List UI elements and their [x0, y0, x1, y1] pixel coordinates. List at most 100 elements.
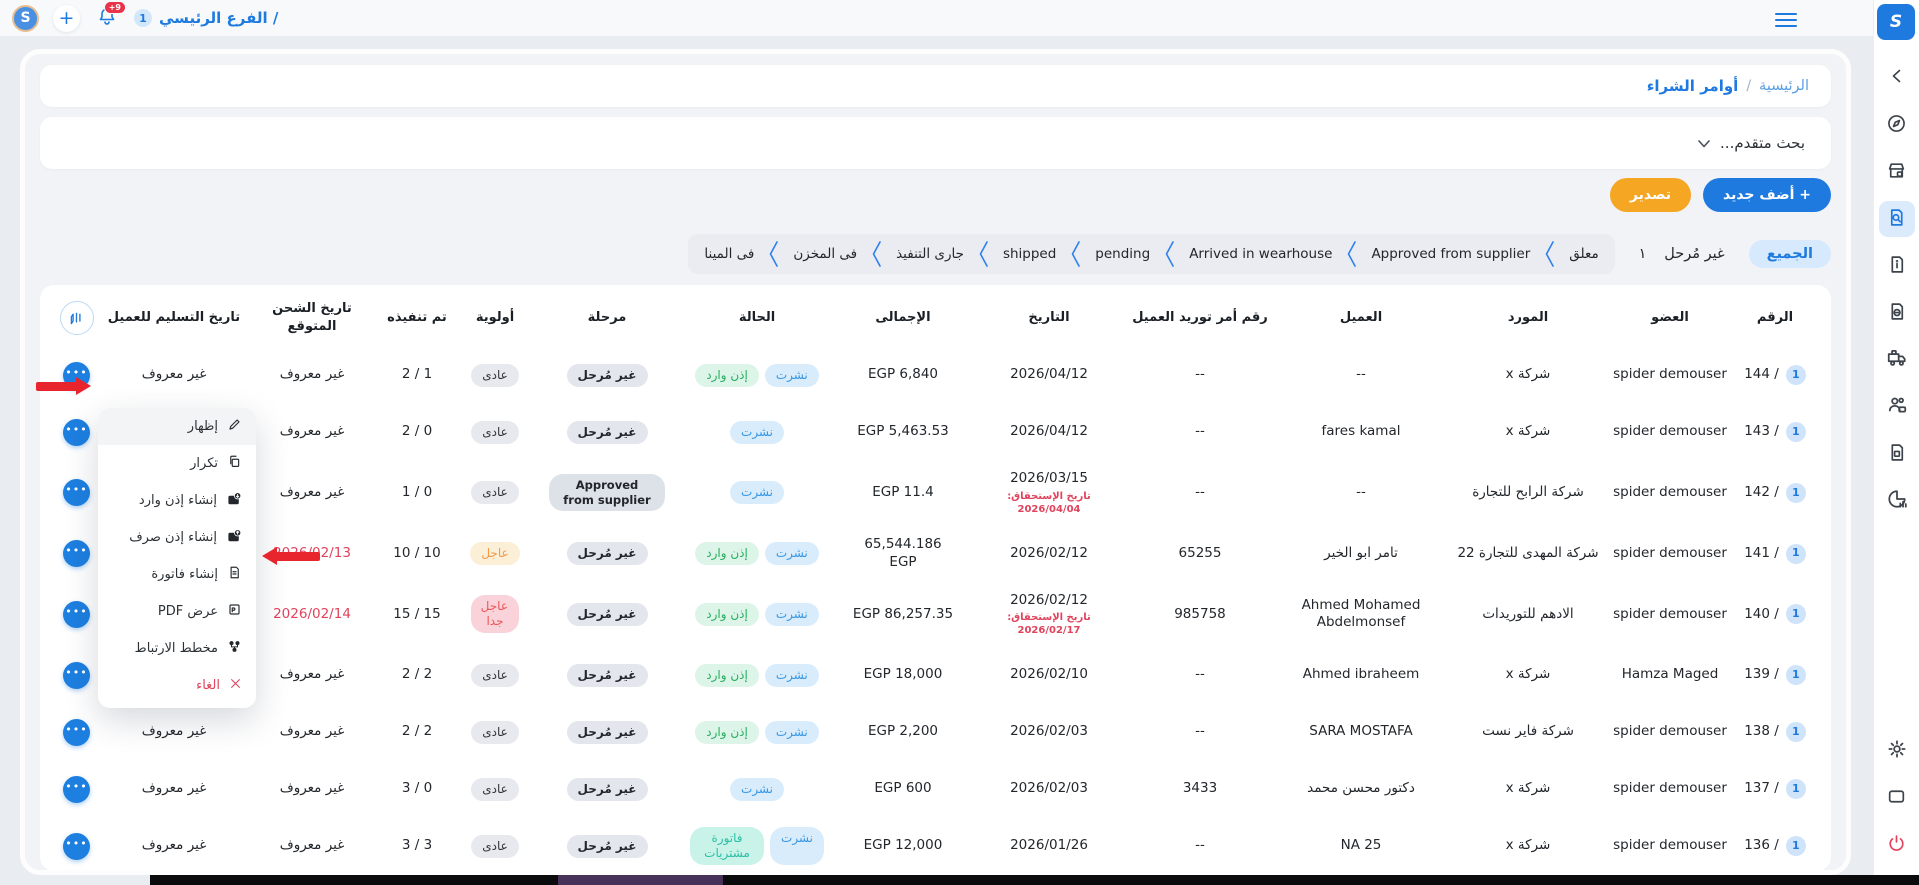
- export-button[interactable]: تصدير: [1610, 178, 1691, 212]
- member-cell: spider demouser: [1609, 478, 1731, 508]
- client-po-cell: --: [1125, 417, 1275, 447]
- date-cell: 2026/02/12تاريخ الإستحقاق: 2026/02/17: [973, 586, 1125, 644]
- chevron-down-icon: [1697, 134, 1711, 153]
- context-menu-item[interactable]: الغاء: [98, 667, 256, 704]
- context-menu-item[interactable]: تكرار: [98, 445, 256, 482]
- notifications-button[interactable]: +9: [94, 5, 120, 31]
- column-header: التاريخ: [973, 309, 1125, 327]
- ship-date-cell: 2026/02/14: [247, 600, 377, 630]
- sidebar-item-dashboard[interactable]: [1879, 107, 1915, 143]
- linkmap-icon: [227, 639, 242, 658]
- context-menu-item[interactable]: مخطط الارتباط: [98, 630, 256, 667]
- row-actions-button[interactable]: •••: [63, 662, 90, 689]
- table-row[interactable]: 138 /1 spider demouser شركة فاير نست SAR…: [52, 707, 1819, 757]
- table-row[interactable]: 136 /1 spider demouser شركة x NA 25 -- 2…: [52, 821, 1819, 871]
- stage-cell: Approved from supplier: [533, 468, 681, 517]
- table-row[interactable]: 137 /1 spider demouser شركة x دكتور محسن…: [52, 764, 1819, 814]
- advanced-search-toggle[interactable]: بحث متقدم...: [40, 117, 1831, 169]
- row-count-badge: 1: [1786, 604, 1806, 624]
- invoice-icon: [227, 565, 242, 584]
- window-icon: [1886, 786, 1907, 811]
- priority-badge: عادى: [471, 721, 519, 744]
- workflow-tab[interactable]: shipped: [1003, 246, 1056, 262]
- context-menu-item[interactable]: عرض PDF: [98, 593, 256, 630]
- status-badge: نشرت: [730, 481, 784, 504]
- supplier-cell: شركة الرابح للتجارة: [1447, 478, 1609, 508]
- table-row[interactable]: 143 /1 spider demouser شركة x fares kama…: [52, 407, 1819, 457]
- status-badge: إذن وارد: [695, 603, 759, 626]
- table-row[interactable]: 142 /1 spider demouser شركة الرابح للتجا…: [52, 464, 1819, 522]
- column-header: المورد: [1447, 309, 1609, 327]
- table-body: 144 /1 spider demouser شركة x -- -- 2026…: [52, 350, 1819, 871]
- context-menu-label: تكرار: [190, 456, 218, 471]
- sidebar-item-settings[interactable]: [1879, 733, 1915, 769]
- sidebar-item-shipping[interactable]: [1879, 342, 1915, 378]
- context-menu-item[interactable]: إنشاء فاتورة: [98, 556, 256, 593]
- company-logo[interactable]: S: [12, 5, 39, 32]
- workflow-tab[interactable]: Approved from supplier: [1371, 246, 1530, 262]
- sidebar-item-invoice-info[interactable]: [1879, 248, 1915, 284]
- box-in-icon: [226, 491, 242, 511]
- status-badge: نشرت: [765, 603, 819, 626]
- topbar: S + +9 1 الفرع الرئيسي /: [0, 0, 1873, 36]
- context-menu-item[interactable]: إنشاء إذن وارد: [98, 482, 256, 519]
- delivery-date-cell: غير معروف: [101, 831, 247, 861]
- breadcrumb-home-link[interactable]: الرئيسية: [1759, 78, 1809, 94]
- workflow-tab[interactable]: فى المخزن: [793, 246, 857, 262]
- context-menu-item[interactable]: إظهار: [98, 408, 256, 445]
- branch-count-badge: 1: [134, 9, 152, 27]
- total-cell: EGP 18,000: [833, 660, 973, 690]
- row-actions-button[interactable]: •••: [63, 540, 90, 567]
- sidebar-item-invoice-export[interactable]: [1879, 295, 1915, 331]
- supplier-cell: شركة x: [1447, 360, 1609, 390]
- columns-settings-button[interactable]: [60, 301, 94, 335]
- workflow-tab[interactable]: pending: [1095, 246, 1150, 262]
- executed-cell: 15 / 15: [377, 600, 457, 630]
- ship-date-cell: غير معروف: [247, 831, 377, 861]
- context-menu-item[interactable]: إنشاء إذن صرف: [98, 519, 256, 556]
- app-logo[interactable]: S: [1877, 4, 1915, 40]
- sidebar-item-power[interactable]: [1879, 827, 1915, 863]
- row-actions-button[interactable]: •••: [63, 776, 90, 803]
- row-actions-button[interactable]: •••: [63, 719, 90, 746]
- sidebar-item-reports[interactable]: [1879, 483, 1915, 519]
- power-icon: [1886, 833, 1907, 858]
- context-menu-label: مخطط الارتباط: [135, 641, 218, 656]
- workflow-tab[interactable]: معلق: [1569, 246, 1598, 262]
- table-row[interactable]: 144 /1 spider demouser شركة x -- -- 2026…: [52, 350, 1819, 400]
- member-cell: spider demouser: [1609, 360, 1731, 390]
- add-new-button[interactable]: + أضف جديد: [1703, 178, 1831, 212]
- workflow-chevron-icon: [1069, 239, 1082, 269]
- member-cell: spider demouser: [1609, 539, 1731, 569]
- workflow-tab[interactable]: فى المينا: [704, 246, 754, 262]
- row-actions-button[interactable]: •••: [63, 419, 90, 446]
- date-cell: 2026/02/03: [973, 717, 1125, 747]
- status-badge: نشرت: [765, 542, 819, 565]
- branch-selector[interactable]: 1 الفرع الرئيسي /: [134, 9, 278, 27]
- priority-badge: عادى: [471, 664, 519, 687]
- table-row[interactable]: 139 /1 Hamza Maged شركة x Ahmed ibraheem…: [52, 650, 1819, 700]
- sidebar-item-window[interactable]: [1879, 780, 1915, 816]
- ship-date-cell: غير معروف: [247, 717, 377, 747]
- tab-unposted[interactable]: غير مُرحل: [1664, 246, 1724, 262]
- workflow-tab[interactable]: Arrived in wearhouse: [1189, 246, 1332, 262]
- date-cell: 2026/04/12: [973, 360, 1125, 390]
- sidebar-item-store[interactable]: [1879, 154, 1915, 190]
- sidebar-item-contacts[interactable]: [1879, 389, 1915, 425]
- table-row[interactable]: 140 /1 spider demouser الادهم للتوريدات …: [52, 586, 1819, 644]
- row-actions-button[interactable]: •••: [63, 833, 90, 860]
- executed-cell: 3 / 0: [377, 774, 457, 804]
- row-count-badge: 1: [1786, 544, 1806, 564]
- sidebar-item-collapse[interactable]: [1879, 60, 1915, 96]
- executed-cell: 10 / 10: [377, 539, 457, 569]
- quick-add-button[interactable]: +: [53, 5, 80, 32]
- sidebar-item-goods-doc[interactable]: [1879, 436, 1915, 472]
- sidebar-item-purchase-orders[interactable]: [1879, 201, 1915, 237]
- workflow-tab[interactable]: جارى التنفيذ: [896, 246, 964, 262]
- app-window: S + +9 1 الفرع الرئيسي / S الرئيسية / أو…: [0, 0, 1919, 885]
- row-actions-button[interactable]: •••: [63, 601, 90, 628]
- tab-all[interactable]: الجميع: [1749, 240, 1831, 268]
- member-cell: Hamza Maged: [1609, 660, 1731, 690]
- menu-burger-icon[interactable]: [1775, 9, 1797, 31]
- row-actions-button[interactable]: •••: [63, 479, 90, 506]
